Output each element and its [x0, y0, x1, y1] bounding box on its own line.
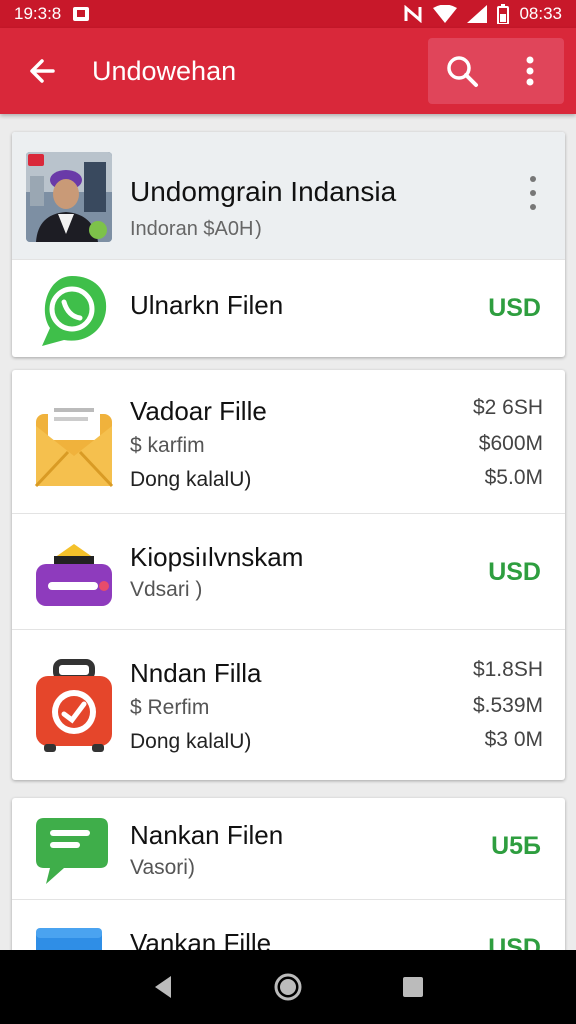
folder-icon: [34, 924, 104, 950]
item-value-3: $5.0M: [484, 466, 543, 489]
avatar: [26, 152, 112, 242]
nav-recents-button[interactable]: [393, 967, 433, 1007]
item-value-1: $2 6SH: [472, 396, 543, 419]
app-bar-actions: [428, 38, 564, 104]
nav-home-icon: [274, 973, 302, 1001]
profile-more-icon[interactable]: [525, 176, 541, 210]
nav-back-icon: [154, 976, 171, 998]
item-name: Ulnarkn Filen: [130, 290, 284, 320]
currency-badge: USD: [488, 934, 541, 950]
signal-icon: [467, 5, 488, 23]
router-icon: [34, 538, 114, 615]
back-button[interactable]: [22, 51, 62, 91]
status-time: 19:3:8: [14, 4, 62, 23]
more-options-button[interactable]: [496, 38, 564, 104]
files-card-2: Nankan Filen Vasori) U5Б Vankan Fille US…: [12, 798, 565, 950]
list-item[interactable]: Kiopsiılvnskam Vdsari ) USD: [12, 514, 565, 630]
nfc-icon: [403, 5, 423, 23]
item-value-1: $1.8SH: [472, 658, 543, 681]
envelope-icon: [34, 390, 114, 495]
profile-subtitle: Indoran $A0Н ): [130, 218, 262, 240]
arrow-back-icon: [30, 59, 55, 83]
status-time-right: 08:33: [519, 4, 562, 23]
profile-name: Undomgrain Indansia: [130, 176, 397, 207]
list-item[interactable]: Nankan Filen Vasori) U5Б: [12, 798, 565, 900]
battery-icon: [497, 4, 510, 24]
item-name: Kiopsiılvnskam: [130, 542, 304, 572]
item-name: Vankan Fille: [130, 928, 272, 950]
list-item[interactable]: Ulnarkn Filen USD: [12, 260, 565, 357]
nav-recents-icon: [403, 977, 424, 997]
currency-badge: USD: [488, 558, 541, 586]
whatsapp-icon: [34, 272, 110, 353]
item-subtitle: Vasori): [130, 856, 195, 879]
item-detail: Dong kalalU): [130, 730, 252, 753]
list-item[interactable]: Nndan Fillа $ Rerfim Dong kalalU) $1.8SH…: [12, 630, 565, 780]
item-detail: Dong kalalU): [130, 468, 252, 491]
item-subtitle: $ Rerfim: [130, 696, 210, 719]
content-list[interactable]: Undomgrain Indansia Indoran $A0Н ) Ulnar…: [0, 114, 576, 950]
search-icon: [447, 56, 478, 87]
files-card: Vadoar Fille $ karfim Dong kalalU) $2 6S…: [12, 370, 565, 780]
item-name: Nndan Fillа: [130, 658, 262, 688]
notification-icon: [71, 4, 91, 24]
item-value-3: $3 0M: [484, 728, 543, 751]
luggage-icon: [34, 658, 114, 759]
search-button[interactable]: [428, 38, 496, 104]
item-name: Vadoar Fille: [130, 396, 267, 426]
item-subtitle: $ karfim: [130, 434, 205, 457]
nav-home-button[interactable]: [268, 967, 308, 1007]
status-bar: 19:3:8 08:33: [0, 0, 576, 28]
currency-badge: USD: [488, 294, 541, 322]
currency-badge: U5Б: [491, 832, 541, 860]
profile-header[interactable]: Undomgrain Indansia Indoran $A0Н ): [12, 132, 565, 260]
item-subtitle: Vdsari ): [130, 578, 203, 601]
system-nav-bar: [0, 950, 576, 1024]
page-title: Undowehan: [92, 55, 237, 86]
list-item[interactable]: Vankan Fille USD: [12, 900, 565, 950]
chat-bubble-icon: [34, 812, 110, 893]
nav-back-button[interactable]: [143, 967, 183, 1007]
item-name: Nankan Filen: [130, 820, 284, 850]
profile-card: Undomgrain Indansia Indoran $A0Н ) Ulnar…: [12, 132, 565, 357]
list-item[interactable]: Vadoar Fille $ karfim Dong kalalU) $2 6S…: [12, 370, 565, 514]
wifi-icon: [433, 5, 458, 23]
item-value-2: $600M: [478, 432, 543, 455]
app-bar: Undowehan: [0, 28, 576, 114]
item-value-2: $.539M: [472, 694, 543, 717]
more-vert-icon: [526, 56, 534, 86]
